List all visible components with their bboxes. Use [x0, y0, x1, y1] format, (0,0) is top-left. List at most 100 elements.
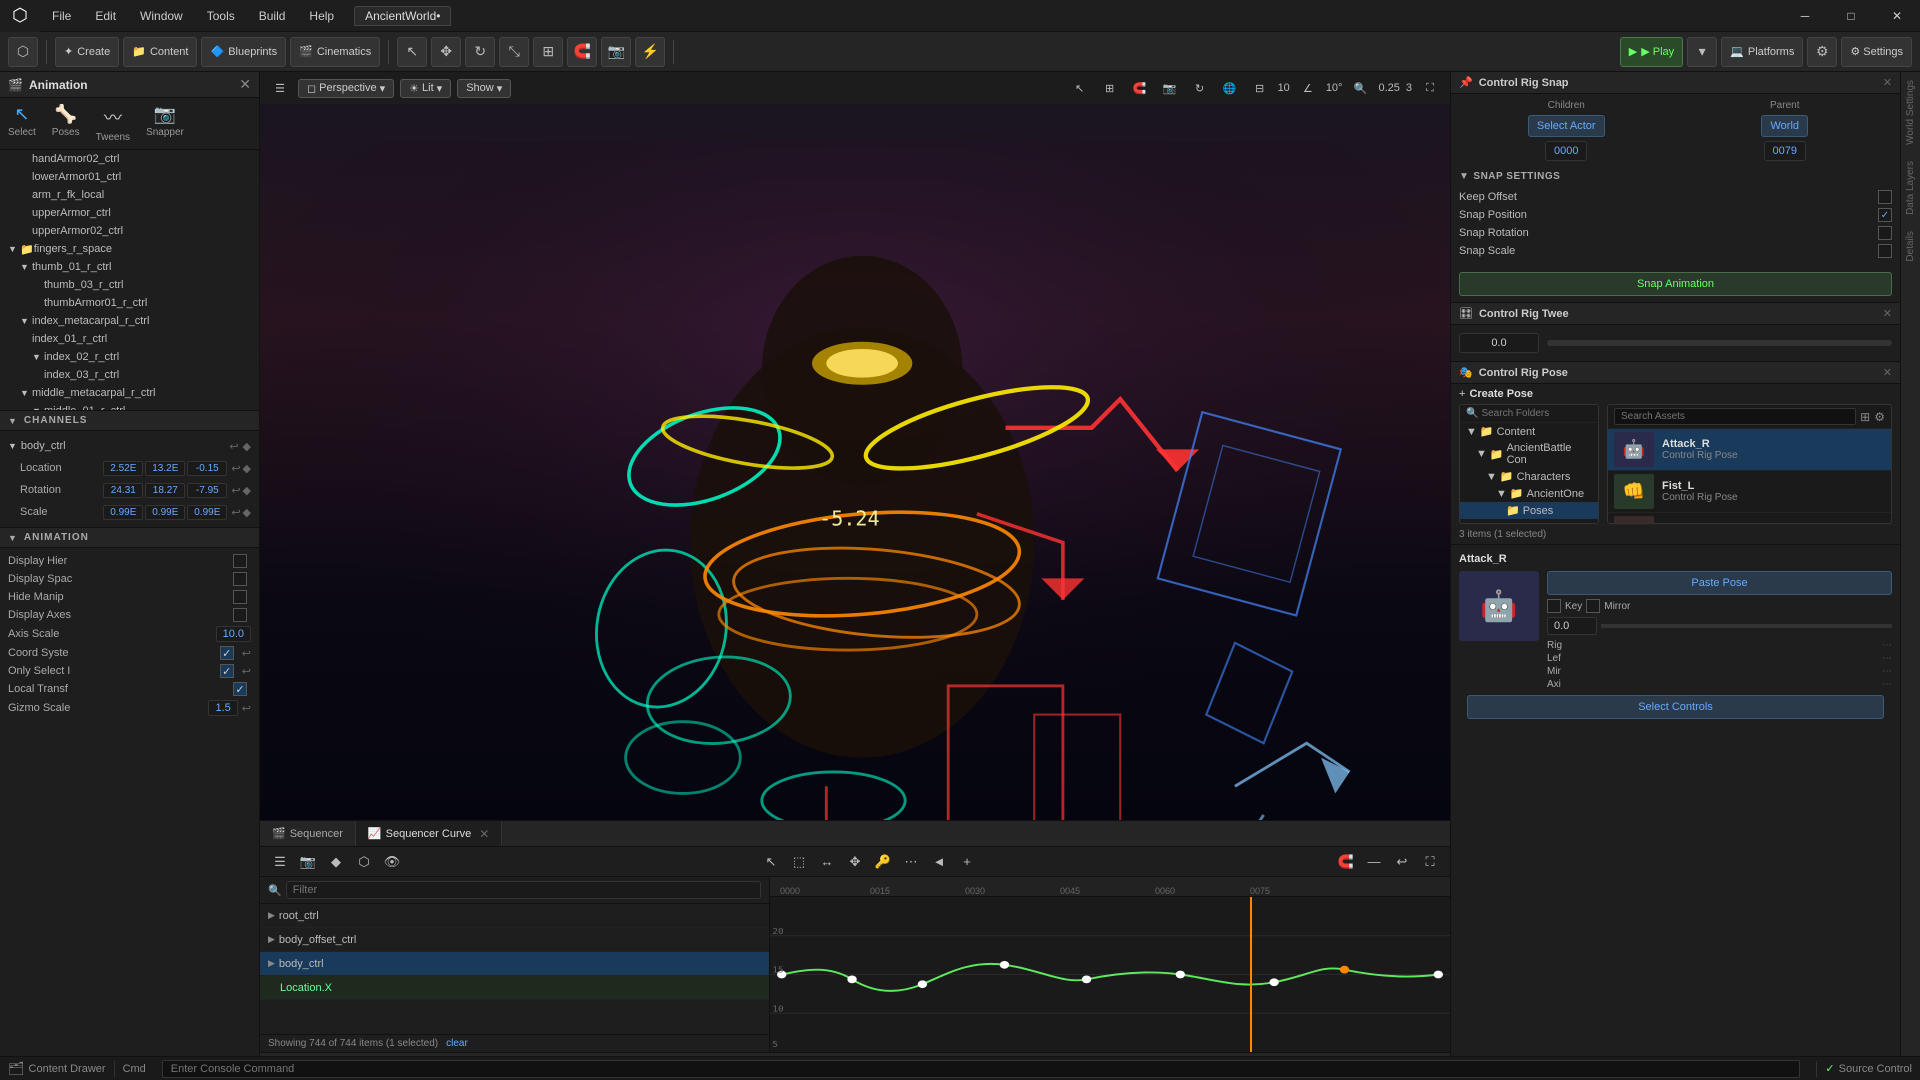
tree-item-fingers[interactable]: ▼ 📁 fingers_r_space — [0, 240, 259, 258]
content-drawer-btn[interactable]: 🗂 Content Drawer — [8, 1061, 106, 1077]
gizmo-scale-field[interactable]: 1.5 — [208, 700, 237, 716]
seq-track-location-x[interactable]: Location.X — [260, 976, 769, 1000]
seq-clear-btn[interactable]: clear — [446, 1038, 468, 1049]
select-actor-btn[interactable]: Select Actor — [1528, 115, 1605, 137]
show-btn[interactable]: Show ▾ — [457, 79, 511, 98]
settings-button[interactable]: ⚙ — [1807, 37, 1837, 67]
mir-dots[interactable]: ⋯ — [1882, 666, 1892, 677]
channel-body-ctrl[interactable]: ▼ body_ctrl ↩ ◆ — [0, 435, 259, 457]
tree-item[interactable]: upperArmor02_ctrl — [0, 222, 259, 240]
angle-icon[interactable]: ∠ — [1296, 76, 1320, 100]
tree-item[interactable]: ▼ index_metacarpal_r_ctrl — [0, 312, 259, 330]
only-select-reset[interactable]: ↩ — [242, 665, 251, 678]
select-controls-btn[interactable]: Select Controls — [1467, 695, 1884, 719]
menu-window[interactable]: Window — [128, 0, 195, 31]
scale-key-icon[interactable]: ◆ — [243, 506, 251, 519]
details-label[interactable]: Details — [1902, 223, 1919, 270]
close-button[interactable]: ✕ — [1874, 0, 1920, 32]
vp-rotate-icon[interactable]: ↻ — [1188, 76, 1212, 100]
axi-dots[interactable]: ⋯ — [1882, 679, 1892, 690]
menu-build[interactable]: Build — [247, 0, 298, 31]
folder-content[interactable]: ▼ 📁 Content — [1460, 423, 1598, 440]
timeline-content[interactable]: 20 15 10 5 — [770, 897, 1450, 1052]
cmd-btn[interactable]: Cmd — [123, 1063, 146, 1075]
source-control-status[interactable]: ✓ Source Control — [1825, 1062, 1912, 1075]
twee-slider[interactable] — [1547, 340, 1892, 346]
anim-icon-tweens[interactable]: 〰 Tweens — [96, 104, 130, 143]
play-options-btn[interactable]: ▾ — [1687, 37, 1717, 67]
seq-bone-icon[interactable]: 🔑 — [871, 850, 895, 874]
cursor-icon[interactable]: ↖ — [1068, 76, 1092, 100]
snap-position-check[interactable]: ✓ — [1878, 208, 1892, 222]
platforms-button[interactable]: 💻 Platforms — [1721, 37, 1803, 67]
grid-settings-icon[interactable]: ⊞ — [1098, 76, 1122, 100]
folder-ancientone[interactable]: ▼ 📁 AncientOne — [1460, 485, 1598, 502]
channel-reset-icon[interactable]: ↩ — [229, 440, 238, 453]
cinematics-button[interactable]: 🎬 Cinematics — [290, 37, 380, 67]
data-layers-label[interactable]: Data Layers — [1902, 153, 1919, 223]
timeline-playhead[interactable] — [1250, 897, 1252, 1052]
sequencer-timeline[interactable]: 0000 0015 0030 0045 0060 0075 — [770, 877, 1450, 1052]
pose-asset-fist-r[interactable]: ✊ Fist_R Control Rig Pose — [1608, 513, 1891, 523]
seq-move-icon[interactable]: ✥ — [843, 850, 867, 874]
maximize-button[interactable]: □ — [1828, 0, 1874, 32]
axis-scale-field[interactable]: 10.0 — [216, 626, 251, 642]
seq-settings-icon[interactable]: ☰ — [268, 850, 292, 874]
seq-cursor-icon[interactable]: ↖ — [759, 850, 783, 874]
rot-reset-icon[interactable]: ↩ — [231, 484, 240, 497]
coord-reset[interactable]: ↩ — [242, 647, 251, 660]
create-button[interactable]: ✦ Create — [55, 37, 119, 67]
rig-dots[interactable]: ⋯ — [1882, 640, 1892, 651]
tab-close-icon[interactable]: ✕ — [479, 827, 489, 841]
menu-edit[interactable]: Edit — [83, 0, 128, 31]
seq-range-icon[interactable]: ↔ — [815, 850, 839, 874]
seq-track-body[interactable]: ▶ body_ctrl — [260, 952, 769, 976]
globe-icon[interactable]: 🌐 — [1218, 76, 1242, 100]
twee-value-field[interactable]: 0.0 — [1459, 333, 1539, 353]
search-assets-input[interactable] — [1614, 408, 1856, 425]
content-button[interactable]: 📁 Content — [123, 37, 197, 67]
tree-item[interactable]: ▼ middle_metacarpal_r_ctrl — [0, 384, 259, 402]
tree-item[interactable]: handArmor02_ctrl — [0, 150, 259, 168]
folder-characters[interactable]: ▼ 📁 Characters — [1460, 468, 1598, 485]
rot-key-icon[interactable]: ◆ — [243, 484, 251, 497]
hide-manip-check[interactable] — [233, 590, 247, 604]
seq-dots-icon[interactable]: ⋯ — [899, 850, 923, 874]
anim-icon-select[interactable]: ↖ Select — [8, 104, 36, 143]
anim-btn[interactable]: ⚡ — [635, 37, 665, 67]
local-transf-check[interactable]: ✓ — [233, 682, 247, 696]
only-select-check[interactable]: ✓ — [220, 664, 234, 678]
tab-sequencer-curve[interactable]: 📈 Sequencer Curve ✕ — [356, 821, 502, 846]
seq-camera-icon[interactable]: 📷 — [296, 850, 320, 874]
folder-ancientbattle[interactable]: ▼ 📁 AncientBattle Con — [1460, 440, 1598, 468]
lef-dots[interactable]: ⋯ — [1882, 653, 1892, 664]
seq-add-key-icon[interactable]: ◆ — [324, 850, 348, 874]
prop-val-y[interactable]: 13.2E — [145, 461, 185, 476]
prop-val-z[interactable]: -0.15 — [187, 461, 227, 476]
seq-select-icon[interactable]: ⬚ — [787, 850, 811, 874]
seq-track-body-offset[interactable]: ▶ body_offset_ctrl — [260, 928, 769, 952]
snap-icon[interactable]: 🧲 — [1128, 76, 1152, 100]
search-folders-input[interactable] — [1481, 408, 1599, 419]
snap-settings-header[interactable]: ▼ SNAP SETTINGS — [1459, 171, 1892, 182]
snap-animation-btn[interactable]: Snap Animation — [1459, 272, 1892, 296]
tree-item[interactable]: upperArmor_ctrl — [0, 204, 259, 222]
camera-speed-icon[interactable]: 📷 — [1158, 76, 1182, 100]
viewport[interactable]: ☰ ◻ Perspective ▾ ☀ Lit ▾ Show ▾ ↖ ⊞ — [260, 72, 1450, 820]
panel-close-button[interactable]: ✕ — [239, 76, 251, 93]
snap-close-btn[interactable]: ✕ — [1883, 76, 1892, 89]
menu-help[interactable]: Help — [297, 0, 346, 31]
scale-reset-icon[interactable]: ↩ — [231, 506, 240, 519]
ue-logo-btn[interactable]: ⬡ — [8, 37, 38, 67]
prop-scale-x[interactable]: 0.99E — [103, 505, 143, 520]
blend-slider[interactable] — [1601, 624, 1892, 628]
tree-item[interactable]: index_03_r_ctrl — [0, 366, 259, 384]
prop-scale-y[interactable]: 0.99E — [145, 505, 185, 520]
coord-syste-check[interactable]: ✓ — [220, 646, 234, 660]
snap-field-2[interactable]: 0079 — [1764, 141, 1806, 161]
keep-offset-check[interactable] — [1878, 190, 1892, 204]
prop-val-x[interactable]: 2.52E — [103, 461, 143, 476]
pose-asset-fist-l[interactable]: 👊 Fist_L Control Rig Pose — [1608, 471, 1891, 513]
rotate-tool-btn[interactable]: ↻ — [465, 37, 495, 67]
pose-close-btn[interactable]: ✕ — [1883, 366, 1892, 379]
